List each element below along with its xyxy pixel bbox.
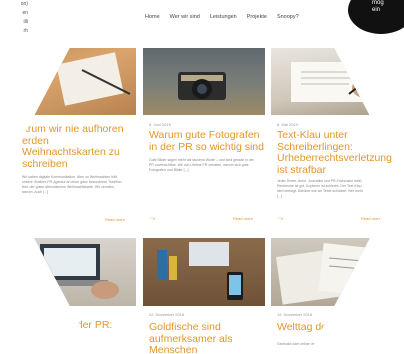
like-count-value: 0: [280, 216, 283, 221]
post-title[interactable]: Text-Klau unter Schreiberlingen: Urheber…: [277, 129, 392, 176]
fragment-line: illi: [23, 19, 28, 25]
corner-badge: mög ein: [348, 0, 404, 34]
post-title[interactable]: Goldfische sind aufmerksamer als Mensche…: [149, 321, 259, 354]
post-title[interactable]: arum wir nie aufhoren erden Weihnachtska…: [22, 123, 134, 170]
post-date: 5. Juni 2019: [149, 122, 171, 127]
like-count[interactable]: ♡0: [277, 216, 283, 221]
post-title[interactable]: Warum gute Fotografen in der PR so wicht…: [149, 129, 265, 153]
badge-line: ein: [372, 7, 381, 13]
fragment-line: en: [22, 10, 28, 16]
post-title[interactable]: n der PR:: [68, 319, 138, 332]
post-image[interactable]: [2, 48, 136, 115]
post-card[interactable]: arum wir nie aufhoren erden Weihnachtska…: [2, 48, 136, 228]
fragment-line: rh: [23, 28, 28, 34]
post-excerpt: Wir haben digitale Kommunikation. Aber z…: [22, 175, 122, 194]
newspapers-illustration: [276, 242, 384, 305]
post-date: 19. November 2018: [277, 312, 313, 317]
camera-illustration: [178, 72, 226, 100]
read-more-link[interactable]: Read more: [233, 216, 253, 221]
read-more-link[interactable]: Read more: [105, 217, 125, 222]
like-count[interactable]: ♡0: [149, 216, 155, 221]
notebook-pen-illustration: [56, 52, 131, 106]
writing-hand-illustration: [291, 62, 382, 102]
post-date: 8. Mai 2019: [277, 122, 298, 127]
post-card[interactable]: 5. Juni 2019 Warum gute Fotografen in de…: [143, 48, 265, 228]
post-excerpt: Jeder Texter, Autor, Journalist und PR-F…: [277, 179, 364, 198]
badge-line: mög: [372, 0, 384, 6]
nav-item-home[interactable]: Home: [145, 14, 160, 20]
post-excerpt: Gedruckt oder online: ein Anlass, um übe…: [277, 342, 349, 346]
background-text-fragment: on) en illi rh: [0, 0, 28, 36]
post-card[interactable]: n der PR:: [2, 238, 138, 354]
hexagon-frame: Home Wer wir sind Leistungen Projekte Sn…: [2, 0, 402, 354]
post-image[interactable]: [143, 238, 265, 306]
nav-item-projekte[interactable]: Projekte: [247, 14, 267, 20]
desk-smartphone-illustration: [157, 242, 243, 300]
post-card[interactable]: 19. November 2018 Welttag der Z Gedruckt…: [271, 238, 402, 354]
nav-item-leistungen[interactable]: Leistungen: [210, 14, 237, 20]
main-nav: Home Wer wir sind Leistungen Projekte Sn…: [145, 14, 299, 20]
post-card[interactable]: 8. Mai 2019 Text-Klau unter Schreiberlin…: [271, 48, 402, 228]
fragment-line: on): [20, 1, 28, 7]
post-image[interactable]: [271, 238, 402, 306]
post-excerpt: Gute Bilder sagen mehr als tausend Worte…: [149, 158, 254, 172]
post-image[interactable]: [143, 48, 265, 115]
post-date: 22. November 2018: [149, 312, 185, 317]
post-image[interactable]: [271, 48, 402, 115]
post-title[interactable]: Welttag der Z: [277, 321, 397, 334]
laptop-illustration: [32, 244, 119, 299]
post-card[interactable]: 22. November 2018 Goldfische sind aufmer…: [143, 238, 265, 354]
nav-item-wer-wir-sind[interactable]: Wer wir sind: [170, 14, 200, 20]
read-more-link[interactable]: Read more: [361, 216, 381, 221]
post-image[interactable]: [2, 238, 136, 306]
like-count-value: 0: [152, 216, 155, 221]
nav-item-snoopy[interactable]: Snoopy?: [277, 14, 299, 20]
